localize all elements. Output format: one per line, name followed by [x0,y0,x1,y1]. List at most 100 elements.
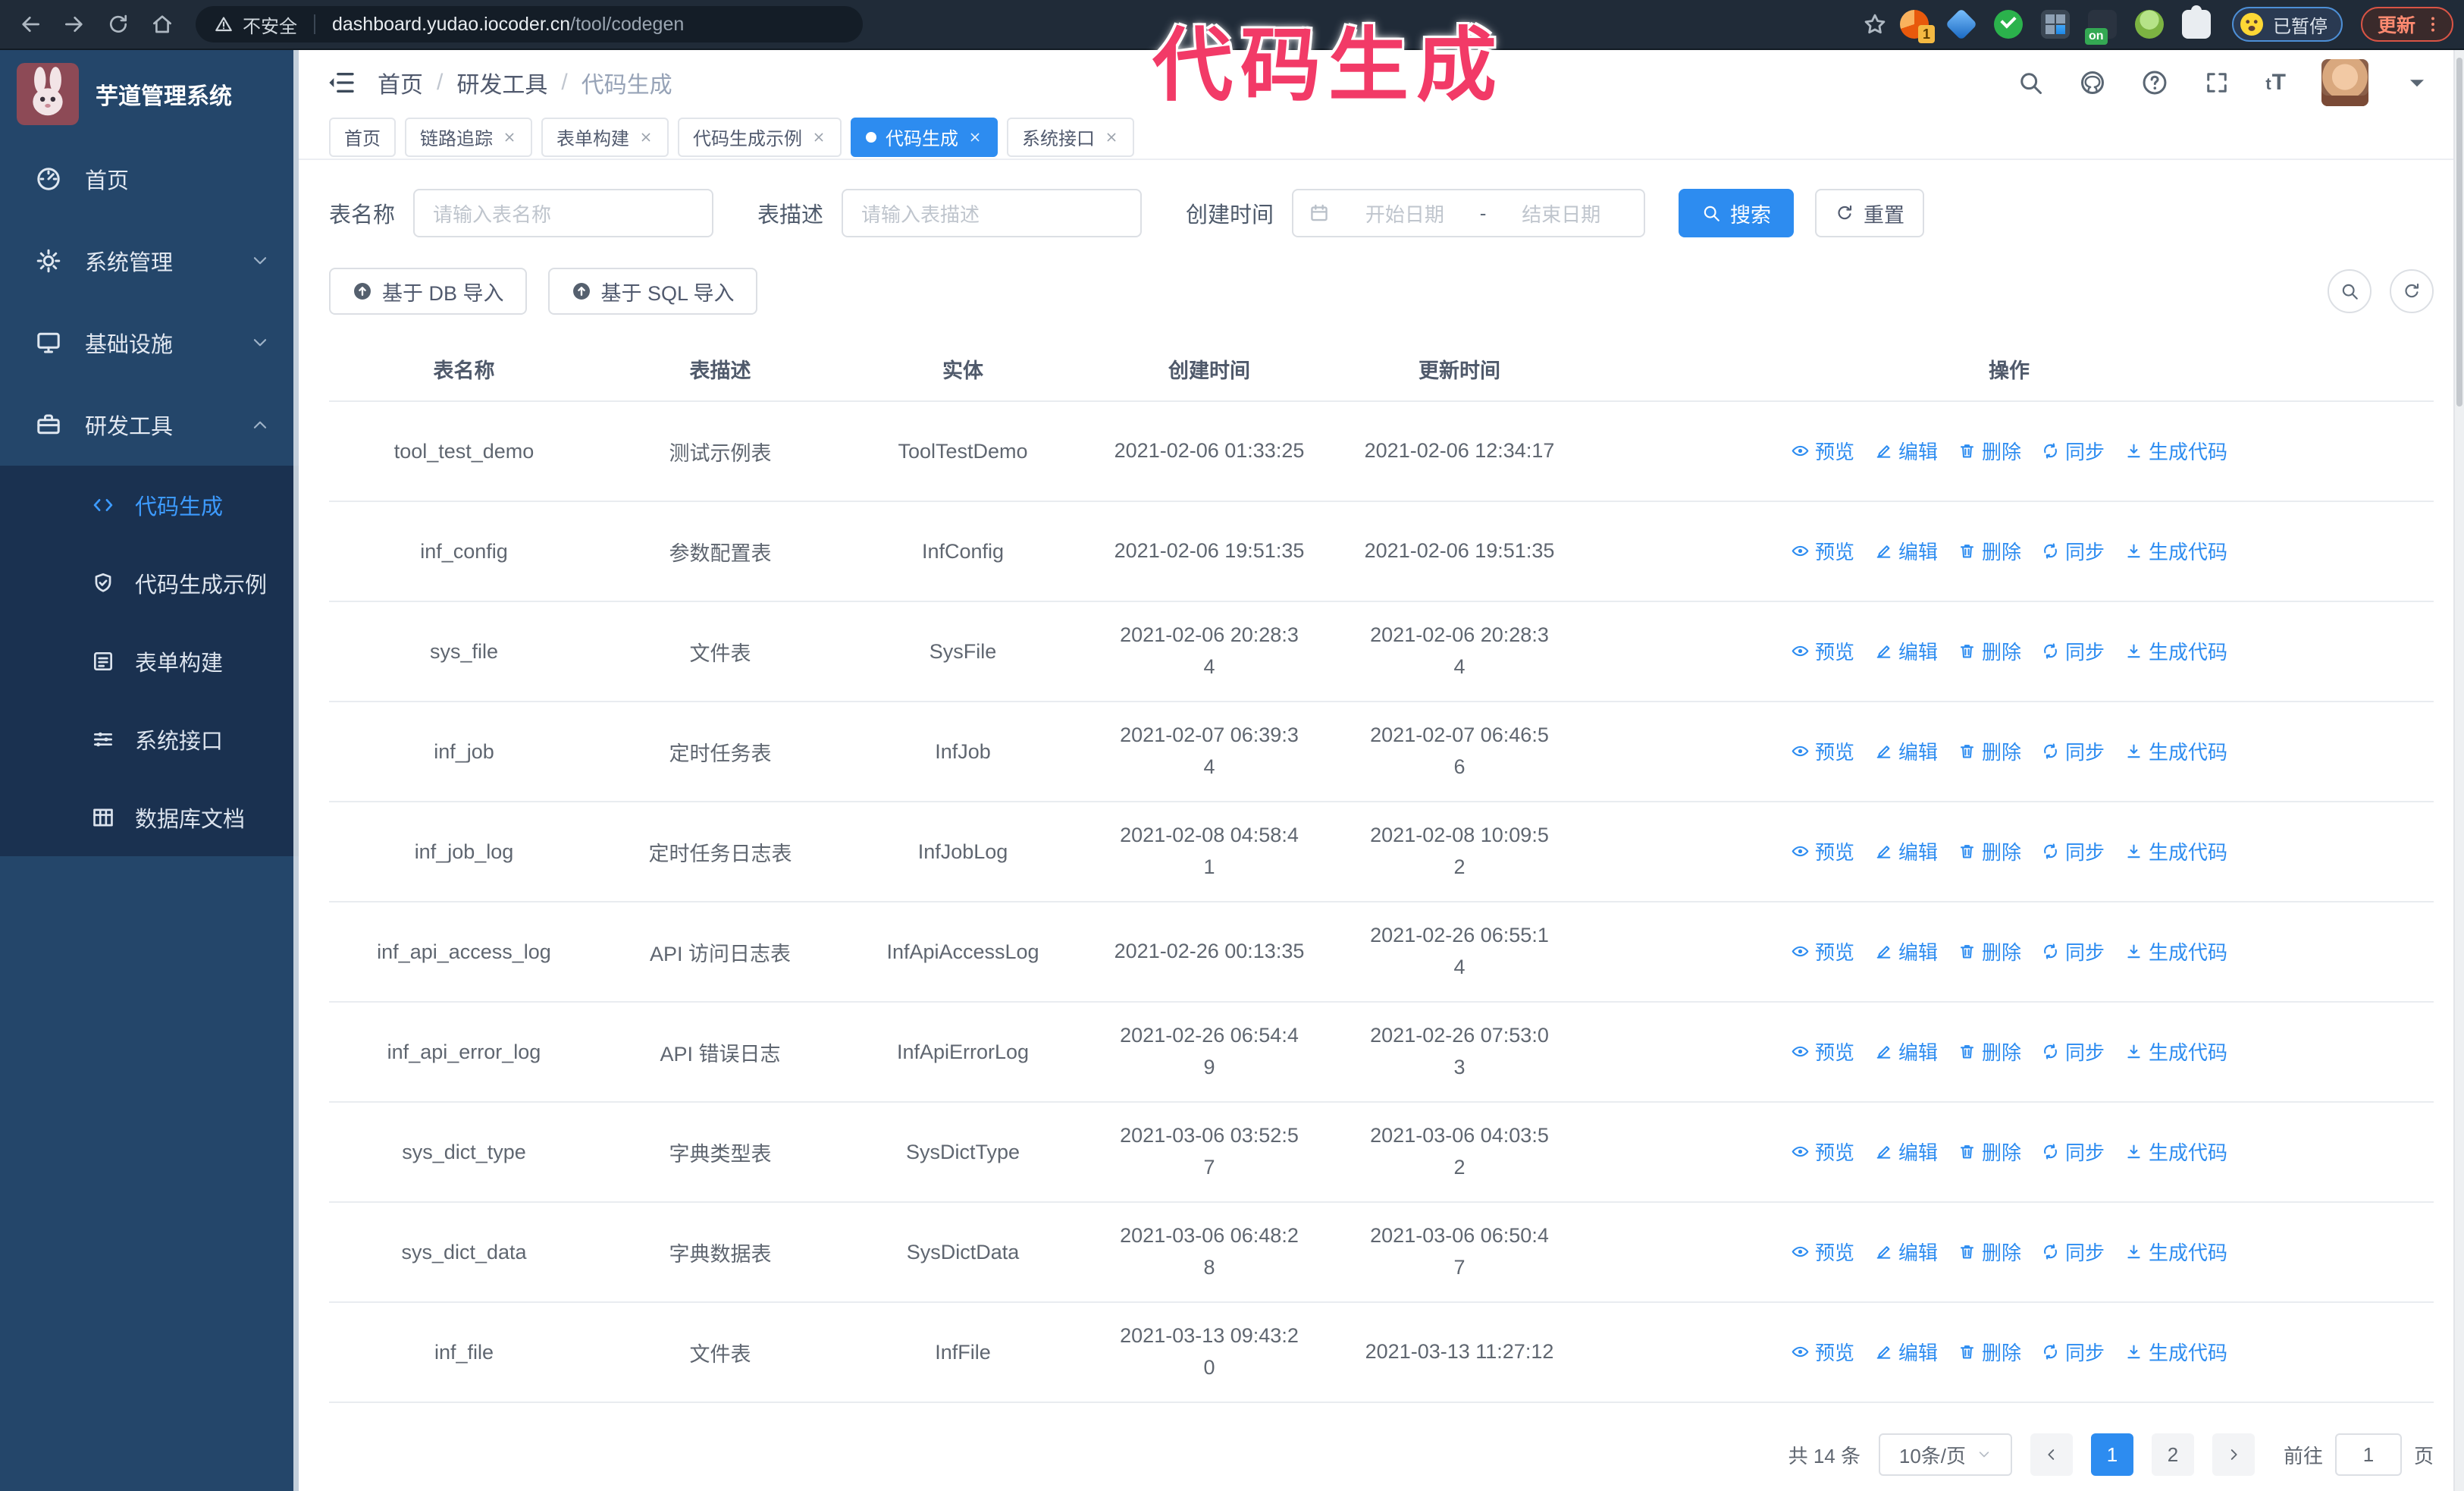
op-generate-code[interactable]: 生成代码 [2124,837,2227,865]
page-button-1[interactable]: 1 [2090,1433,2133,1476]
op-generate-code[interactable]: 生成代码 [2124,437,2227,465]
op-preview[interactable]: 预览 [1791,737,1854,765]
tab-0[interactable]: 首页 [329,117,396,157]
op-delete[interactable]: 删除 [1958,937,2021,965]
op-generate-code[interactable]: 生成代码 [2124,1338,2227,1366]
page-scrollbar[interactable] [2453,50,2464,1491]
browser-menu-icon[interactable] [2423,14,2443,34]
op-edit[interactable]: 编辑 [1874,737,1938,765]
op-preview[interactable]: 预览 [1791,437,1854,465]
op-sync[interactable]: 同步 [2041,1138,2105,1166]
text-size-icon[interactable]: tT [2265,70,2287,96]
op-generate-code[interactable]: 生成代码 [2124,1238,2227,1266]
extension-check-icon[interactable] [1993,10,2023,39]
table-name-input[interactable]: 请输入表名称 [413,189,714,237]
op-edit[interactable]: 编辑 [1874,837,1938,865]
sidebar-item-infrastructure[interactable]: 基础设施 [0,302,299,384]
search-button[interactable]: 搜索 [1679,189,1795,237]
import-db-button[interactable]: 基于 DB 导入 [329,268,527,315]
fullscreen-icon[interactable] [2203,69,2230,96]
op-delete[interactable]: 删除 [1958,1238,2021,1266]
op-preview[interactable]: 预览 [1791,1338,1854,1366]
prev-page-button[interactable] [2030,1433,2073,1476]
home-button[interactable] [143,5,182,44]
op-edit[interactable]: 编辑 [1874,1138,1938,1166]
op-generate-code[interactable]: 生成代码 [2124,537,2227,565]
op-sync[interactable]: 同步 [2041,537,2105,565]
sidebar-item-system-management[interactable]: 系统管理 [0,220,299,302]
forward-button[interactable] [55,5,94,44]
refresh-table-button[interactable] [2390,269,2434,313]
bookmark-star-icon[interactable] [1862,11,1888,37]
op-preview[interactable]: 预览 [1791,1037,1854,1066]
sidebar-subitem-system-api[interactable]: 系统接口 [0,700,299,778]
sidebar-subitem-codegen[interactable]: 代码生成 [0,466,299,544]
op-preview[interactable]: 预览 [1791,637,1854,665]
breadcrumb-devtools[interactable]: 研发工具 [456,66,547,99]
op-sync[interactable]: 同步 [2041,937,2105,965]
extension-android-icon[interactable] [2134,10,2164,39]
op-generate-code[interactable]: 生成代码 [2124,937,2227,965]
tab-5[interactable]: 系统接口 [1007,117,1134,157]
close-icon[interactable] [811,130,826,145]
help-icon[interactable] [2141,69,2168,96]
op-sync[interactable]: 同步 [2041,1338,2105,1366]
close-icon[interactable] [502,130,517,145]
extension-orange-icon[interactable]: 1 [1899,10,1935,43]
tab-1[interactable]: 链路追踪 [405,117,532,157]
op-delete[interactable]: 删除 [1958,637,2021,665]
op-generate-code[interactable]: 生成代码 [2124,1037,2227,1066]
import-sql-button[interactable]: 基于 SQL 导入 [547,268,757,315]
extension-grid-icon[interactable] [2040,10,2070,39]
extension-gem-icon[interactable] [1945,8,1978,41]
op-delete[interactable]: 删除 [1958,837,2021,865]
caret-down-icon[interactable] [2403,69,2431,96]
op-edit[interactable]: 编辑 [1874,1037,1938,1066]
page-size-select[interactable]: 10条/页 [1878,1433,2012,1476]
page-button-2[interactable]: 2 [2151,1433,2194,1476]
op-preview[interactable]: 预览 [1791,1238,1854,1266]
next-page-button[interactable] [2212,1433,2255,1476]
tab-2[interactable]: 表单构建 [541,117,669,157]
toggle-search-button[interactable] [2328,269,2372,313]
scrollbar-thumb[interactable] [2456,58,2462,406]
op-edit[interactable]: 编辑 [1874,537,1938,565]
sidebar-subitem-db-doc[interactable]: 数据库文档 [0,778,299,856]
op-generate-code[interactable]: 生成代码 [2124,1138,2227,1166]
address-bar[interactable]: 不安全 dashboard.yudao.iocoder.cn/tool/code… [196,6,863,42]
op-preview[interactable]: 预览 [1791,537,1854,565]
avatar[interactable] [2321,59,2368,107]
op-edit[interactable]: 编辑 [1874,437,1938,465]
sidebar-item-dev-tools[interactable]: 研发工具 [0,384,299,466]
op-edit[interactable]: 编辑 [1874,937,1938,965]
op-edit[interactable]: 编辑 [1874,1338,1938,1366]
op-generate-code[interactable]: 生成代码 [2124,737,2227,765]
search-icon[interactable] [2017,69,2044,96]
op-sync[interactable]: 同步 [2041,1037,2105,1066]
table-desc-input[interactable]: 请输入表描述 [842,189,1143,237]
extensions-menu-icon[interactable] [2181,5,2211,39]
sidebar-scrollbar[interactable] [293,50,299,1491]
op-delete[interactable]: 删除 [1958,1037,2021,1066]
op-preview[interactable]: 预览 [1791,837,1854,865]
op-sync[interactable]: 同步 [2041,1238,2105,1266]
profile-paused-chip[interactable]: 已暂停 [2231,7,2343,42]
close-icon[interactable] [1104,130,1119,145]
tab-3[interactable]: 代码生成示例 [678,117,842,157]
date-range-picker[interactable]: 开始日期 - 结束日期 [1292,189,1646,237]
sidebar-item-home[interactable]: 首页 [0,138,299,220]
op-delete[interactable]: 删除 [1958,1338,2021,1366]
github-icon[interactable] [2079,69,2106,96]
reset-button[interactable]: 重置 [1815,189,1925,237]
op-generate-code[interactable]: 生成代码 [2124,637,2227,665]
op-sync[interactable]: 同步 [2041,637,2105,665]
goto-page-input[interactable]: 1 [2334,1433,2402,1476]
reload-button[interactable] [99,5,138,44]
op-edit[interactable]: 编辑 [1874,637,1938,665]
op-edit[interactable]: 编辑 [1874,1238,1938,1266]
op-delete[interactable]: 删除 [1958,1138,2021,1166]
op-sync[interactable]: 同步 [2041,837,2105,865]
sidebar-toggle-icon[interactable] [326,67,356,98]
breadcrumb-home[interactable]: 首页 [378,66,423,99]
op-delete[interactable]: 删除 [1958,537,2021,565]
